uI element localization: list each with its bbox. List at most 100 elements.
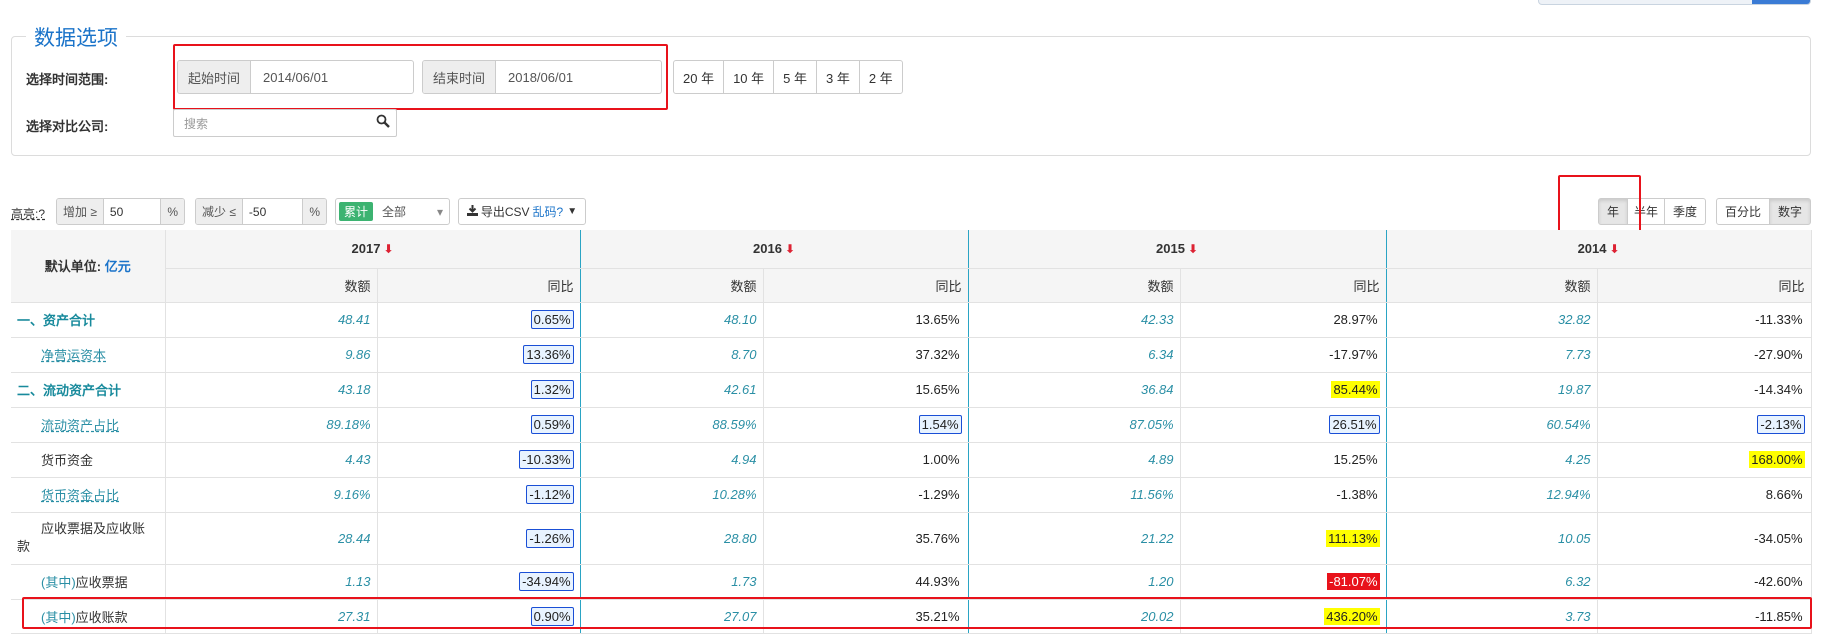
table-row: 一、资产合计 48.41 0.65% 48.10 13.65% 42.33 28.97% 32… <box>11 302 1812 338</box>
decrease-input[interactable]: -50 <box>241 199 302 224</box>
amount-cell: 4.43 <box>165 442 378 478</box>
company-search-input[interactable]: 搜索 <box>173 109 397 137</box>
table-row: 二、流动资产合计 43.18 1.32% 42.61 15.65% 36.84 85.44%… <box>11 372 1812 408</box>
yoy-value: -11.33% <box>1755 312 1803 327</box>
row-name: 流动资产占比 <box>11 407 166 443</box>
highlight-label[interactable]: 高亮:? <box>11 205 45 222</box>
pdf-icon[interactable]: ⬇ <box>1188 242 1198 256</box>
search-icon[interactable] <box>376 114 390 131</box>
row-label: 货币资金 <box>17 453 93 468</box>
download-icon <box>466 204 478 219</box>
year-header-2014: 2014 ⬇ <box>1386 230 1812 269</box>
table-body: 一、资产合计 48.41 0.65% 48.10 13.65% 42.33 28.97% 32… <box>11 302 1812 634</box>
period-quarter-button[interactable]: 季度 <box>1664 198 1706 225</box>
top-primary-button[interactable] <box>1752 0 1810 4</box>
pdf-icon[interactable]: ⬇ <box>383 242 393 256</box>
amount-cell: 28.44 <box>165 512 378 565</box>
amount-cell: 6.32 <box>1386 564 1598 600</box>
compare-company-label: 选择对比公司: <box>26 119 109 134</box>
table-row: 流动资产占比 89.18% 0.59% 88.59% 1.54% 87.05% 26.51%… <box>11 407 1812 443</box>
increase-input[interactable]: 50 <box>102 199 160 224</box>
yoy-cell: 28.97% <box>1180 302 1387 338</box>
amount-cell: 11.56% <box>968 477 1181 513</box>
pdf-icon[interactable]: ⬇ <box>785 242 795 256</box>
amount-header: 数额 <box>1386 268 1598 303</box>
row-label[interactable]: 货币资金占比 <box>17 488 119 503</box>
aggregation-select[interactable]: 累计 全部 ▾ <box>335 198 450 225</box>
row-name-text-2: 款 <box>17 539 31 554</box>
pdf-icon[interactable]: ⬇ <box>1609 242 1619 256</box>
yoy-cell: 13.36% <box>377 337 581 373</box>
time-range-label: 选择时间范围: <box>26 72 109 87</box>
table-row: 货币资金占比 9.16% -1.12% 10.28% -1.29% 11.56% -1.38… <box>11 477 1812 513</box>
yoy-cell: -17.97% <box>1180 337 1387 373</box>
yoy-cell: 85.44% <box>1180 372 1387 408</box>
amount-cell: 10.05 <box>1386 512 1598 565</box>
yoy-value: 35.76% <box>915 530 960 546</box>
row-label[interactable]: 净营运资本 <box>17 348 106 363</box>
yoy-cell: 15.65% <box>763 372 969 408</box>
mode-button-group: 百分比 数字 <box>1716 198 1811 225</box>
highlight-box-period <box>1558 175 1641 237</box>
mode-percent-button[interactable]: 百分比 <box>1716 198 1770 225</box>
table-row: 货币资金 4.43 -10.33% 4.94 1.00% 4.89 15.25% 4.25 16… <box>11 442 1812 478</box>
yoy-value: 1.54% <box>918 415 962 434</box>
amount-cell: 4.89 <box>968 442 1181 478</box>
yoy-cell: -34.05% <box>1597 512 1812 565</box>
amount-cell: 87.05% <box>968 407 1181 443</box>
yoy-cell: -14.34% <box>1597 372 1812 408</box>
row-name-text: 货币资金 <box>41 453 94 468</box>
year-label: 2017 <box>351 241 381 257</box>
yoy-value: 0.65% <box>530 310 574 329</box>
row-label: 应收票据及应收账款 <box>17 521 145 554</box>
yoy-cell: 1.54% <box>763 407 969 443</box>
yoy-cell: 168.00% <box>1597 442 1812 478</box>
year-button-10[interactable]: 10 年 <box>723 60 775 94</box>
amount-cell: 89.18% <box>165 407 378 443</box>
amount-cell: 4.94 <box>580 442 764 478</box>
year-label: 2015 <box>1156 241 1185 257</box>
year-button-5[interactable]: 5 年 <box>773 60 817 94</box>
amount-cell: 12.94% <box>1386 477 1598 513</box>
yoy-cell: 44.93% <box>763 564 969 600</box>
row-name-text: 货币资金占比 <box>41 488 120 503</box>
yoy-value: 26.51% <box>1329 415 1380 434</box>
amount-cell: 48.41 <box>165 302 378 338</box>
mode-number-button[interactable]: 数字 <box>1769 198 1811 225</box>
yoy-cell: -11.33% <box>1597 302 1812 338</box>
increase-percent: % <box>160 199 184 224</box>
unit-value[interactable]: 亿元 <box>105 259 131 274</box>
data-options-legend: 数据选项 <box>26 22 126 52</box>
all-option[interactable]: 全部 <box>376 199 412 224</box>
year-button-2[interactable]: 2 年 <box>858 60 903 94</box>
amount-cell: 42.33 <box>968 302 1181 338</box>
row-name: 一、资产合计 <box>11 302 166 338</box>
yoy-value: -1.38% <box>1336 487 1378 502</box>
yoy-value: 13.65% <box>915 312 960 327</box>
yoy-header: 同比 <box>763 268 969 303</box>
decrease-percent: % <box>302 199 326 224</box>
garbled-help-link[interactable]: 乱码? <box>533 203 564 220</box>
amount-cell: 8.70 <box>580 337 764 373</box>
amount-cell: 28.80 <box>580 512 764 565</box>
year-button-3[interactable]: 3 年 <box>816 60 860 94</box>
year-button-20[interactable]: 20 年 <box>673 60 725 94</box>
yoy-value: 111.13% <box>1326 529 1380 547</box>
year-header-2015: 2015 ⬇ <box>968 230 1387 269</box>
export-csv-button[interactable]: 导出CSV 乱码? ▼ <box>458 198 586 225</box>
amount-cell: 4.25 <box>1386 442 1598 478</box>
yoy-cell: -42.60% <box>1597 564 1812 600</box>
yoy-cell: 0.65% <box>377 302 581 338</box>
row-label[interactable]: 流动资产占比 <box>17 418 119 433</box>
yoy-value: -34.94% <box>519 572 574 591</box>
yoy-cell: -27.90% <box>1597 337 1812 373</box>
yoy-value: -2.13% <box>1757 415 1805 434</box>
cumulative-toggle[interactable]: 累计 <box>339 202 374 221</box>
yoy-value: -14.34% <box>1754 382 1803 397</box>
row-prefix: (其中) <box>41 575 76 590</box>
amount-header: 数额 <box>580 268 764 303</box>
highlight-box-receivables-row <box>22 597 1812 629</box>
yoy-value: 1.00% <box>922 452 960 467</box>
year-range-buttons: 20 年 10 年 5 年 3 年 2 年 <box>673 60 903 94</box>
yoy-value: 8.66% <box>1765 487 1803 502</box>
